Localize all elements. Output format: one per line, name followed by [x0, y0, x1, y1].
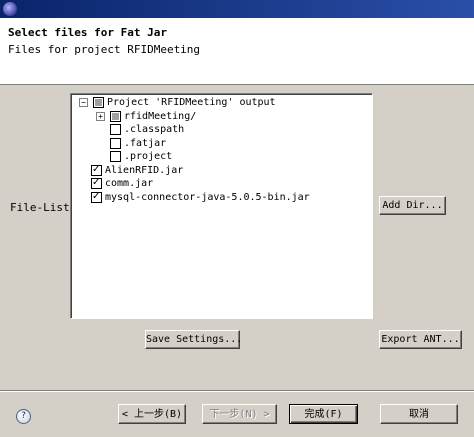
tree-item-label: Project 'RFIDMeeting' output — [107, 97, 276, 108]
file-list-label: File-List: — [10, 201, 77, 214]
tree-item-mysql-connector-jar[interactable]: mysql-connector-java-5.0.5-bin.jar — [91, 190, 310, 204]
page-subtitle: Files for project RFIDMeeting — [8, 43, 201, 56]
save-settings-button[interactable]: Save Settings... — [145, 330, 242, 349]
tree-item-project[interactable]: .project — [110, 150, 172, 163]
tree-item-label: .fatjar — [124, 138, 167, 149]
cancel-button[interactable]: 取消 — [380, 404, 458, 424]
file-tree[interactable]: − Project 'RFIDMeeting' output + rfidMee… — [70, 93, 373, 319]
tree-item-rfidmeeting[interactable]: + rfidMeeting/ — [96, 110, 196, 123]
button-bar-separator — [0, 390, 474, 392]
tree-item-label: .classpath — [124, 124, 185, 135]
tree-item-label: .project — [124, 151, 173, 162]
tree-checkbox[interactable] — [110, 124, 121, 135]
tree-item-comm-jar[interactable]: comm.jar — [91, 176, 154, 190]
tree-checkbox[interactable] — [110, 151, 121, 162]
wizard-header: Select files for Fat Jar Files for proje… — [0, 18, 474, 85]
eclipse-icon — [3, 2, 17, 16]
help-icon[interactable]: ? — [16, 409, 31, 424]
export-ant-button[interactable]: Export ANT... — [379, 330, 462, 349]
tree-item-fatjar[interactable]: .fatjar — [110, 137, 166, 150]
expand-icon[interactable]: + — [96, 112, 105, 121]
add-dir-button[interactable]: Add Dir... — [379, 196, 446, 215]
tree-item-alienrfid-jar[interactable]: AlienRFID.jar — [91, 163, 184, 177]
page-title: Select files for Fat Jar — [8, 26, 167, 39]
tree-item-label: AlienRFID.jar — [105, 165, 184, 176]
title-bar — [0, 0, 474, 18]
tree-checkbox[interactable] — [110, 138, 121, 149]
back-button[interactable]: < 上一步(B) — [118, 404, 186, 424]
tree-checkbox[interactable] — [91, 163, 102, 176]
tree-checkbox[interactable] — [93, 97, 104, 108]
tree-item-classpath[interactable]: .classpath — [110, 123, 184, 136]
finish-button[interactable]: 完成(F) — [289, 404, 358, 424]
tree-checkbox[interactable] — [91, 176, 102, 189]
tree-checkbox[interactable] — [110, 111, 121, 122]
collapse-icon[interactable]: − — [79, 98, 88, 107]
next-button[interactable]: 下一步(N) > — [202, 404, 277, 424]
tree-item-project-output[interactable]: − Project 'RFIDMeeting' output — [79, 96, 276, 109]
tree-item-label: comm.jar — [105, 178, 154, 189]
tree-item-label: mysql-connector-java-5.0.5-bin.jar — [105, 192, 310, 203]
tree-checkbox[interactable] — [91, 190, 102, 203]
tree-item-label: rfidMeeting/ — [124, 111, 197, 122]
